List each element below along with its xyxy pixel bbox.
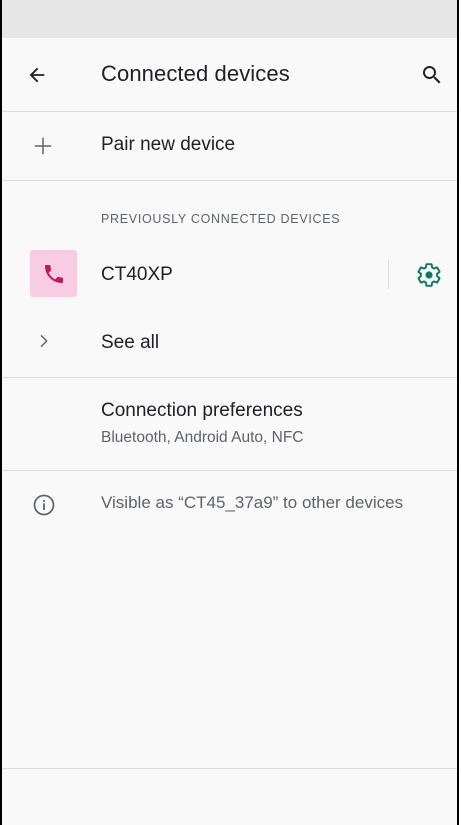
device-settings-button[interactable] — [413, 259, 445, 291]
connection-preferences-subtitle: Bluetooth, Android Auto, NFC — [101, 429, 304, 446]
connection-preferences-row[interactable]: Connection preferences Bluetooth, Androi… — [2, 378, 457, 471]
device-name: CT40XP — [101, 264, 173, 285]
plus-icon — [34, 137, 52, 155]
pair-new-device-row[interactable]: Pair new device — [2, 111, 457, 181]
arrow-back-icon — [29, 67, 45, 83]
page-title: Connected devices — [101, 61, 290, 86]
connection-preferences-title: Connection preferences — [101, 400, 303, 421]
device-divider — [388, 260, 389, 289]
status-bar — [2, 0, 457, 38]
device-icon-container — [30, 250, 77, 297]
info-icon — [33, 494, 55, 516]
phone-icon — [44, 264, 63, 283]
back-button[interactable] — [22, 60, 52, 90]
device-row-ct40xp[interactable]: CT40XP — [2, 244, 457, 304]
chevron-right-icon — [40, 335, 48, 347]
search-button[interactable] — [415, 58, 449, 92]
see-all-row[interactable]: See all — [2, 312, 457, 378]
see-all-label: See all — [101, 332, 160, 353]
bottom-divider — [2, 768, 457, 769]
connected-devices-screen: Connected devices Pair new device PREVIO… — [0, 0, 459, 825]
search-icon — [423, 66, 441, 84]
gear-icon — [417, 263, 441, 287]
app-bar: Connected devices — [2, 38, 457, 112]
previously-connected-header: PREVIOUSLY CONNECTED DEVICES — [101, 212, 341, 226]
visibility-text: Visible as “CT45_37a9” to other devices — [101, 493, 404, 512]
pair-new-device-label: Pair new device — [101, 134, 236, 155]
visibility-info-row: Visible as “CT45_37a9” to other devices — [2, 471, 457, 551]
